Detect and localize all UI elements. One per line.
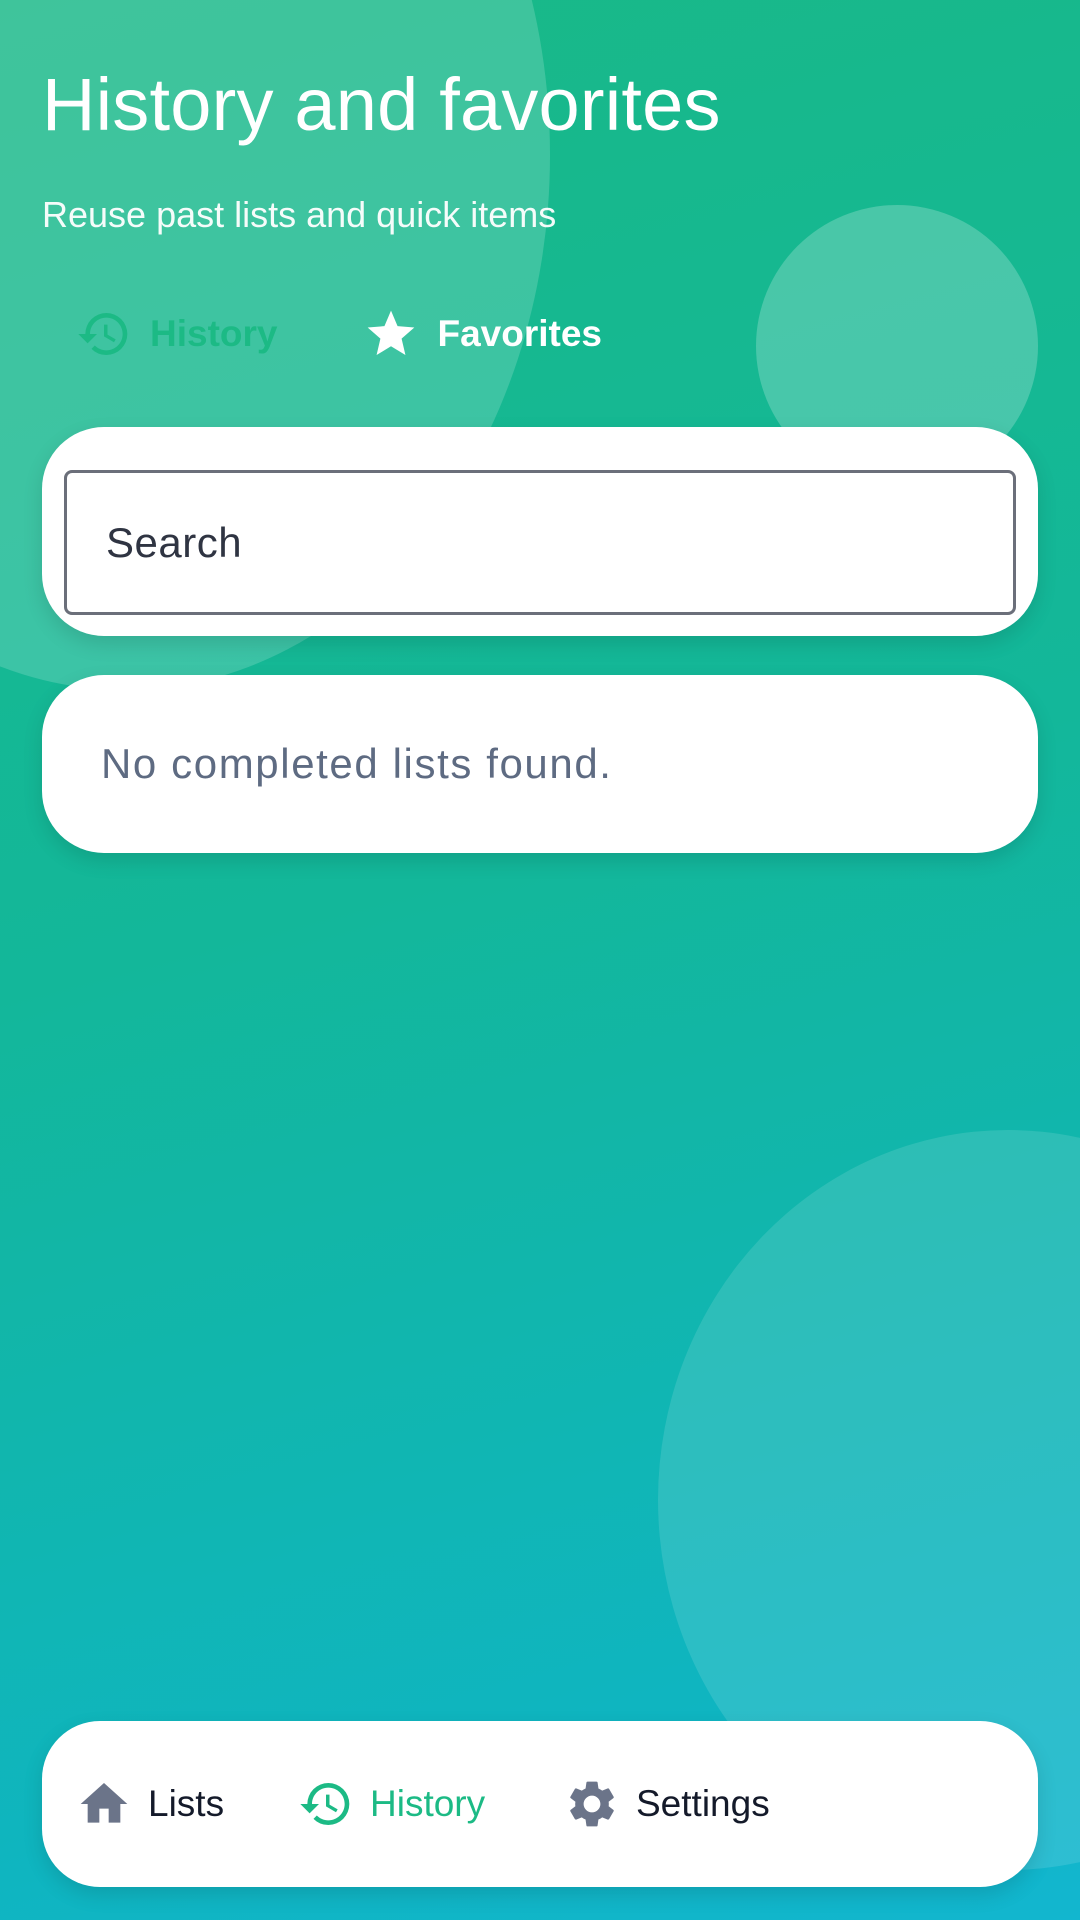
- page-subtitle: Reuse past lists and quick items: [42, 194, 557, 235]
- empty-state-card: No completed lists found.: [42, 675, 1038, 853]
- search-field[interactable]: [64, 470, 1016, 615]
- page-title: History and favorites: [42, 63, 721, 146]
- search-card: [42, 427, 1038, 636]
- gear-icon: [564, 1776, 620, 1832]
- tab-favorites[interactable]: Favorites: [363, 302, 602, 366]
- home-icon: [76, 1776, 132, 1832]
- nav-item-lists[interactable]: Lists: [76, 1721, 224, 1887]
- bottom-nav: Lists History Settings: [42, 1721, 1038, 1887]
- nav-item-history[interactable]: History: [298, 1721, 485, 1887]
- empty-state-message: No completed lists found.: [101, 740, 613, 787]
- tab-favorites-label: Favorites: [437, 313, 602, 354]
- nav-item-settings[interactable]: Settings: [564, 1721, 770, 1887]
- nav-label-lists: Lists: [148, 1783, 225, 1824]
- history-favorites-screen: History and favorites Reuse past lists a…: [0, 0, 1080, 1920]
- star-icon: [363, 306, 419, 362]
- tab-history-label: History: [150, 313, 278, 354]
- history-icon: [76, 306, 132, 362]
- tab-history[interactable]: History: [76, 302, 277, 366]
- history-icon: [298, 1776, 354, 1832]
- nav-label-settings: Settings: [636, 1783, 770, 1824]
- search-input[interactable]: [106, 518, 1013, 567]
- nav-label-history: History: [370, 1783, 486, 1824]
- segment-tabs: History Favorites: [76, 302, 602, 366]
